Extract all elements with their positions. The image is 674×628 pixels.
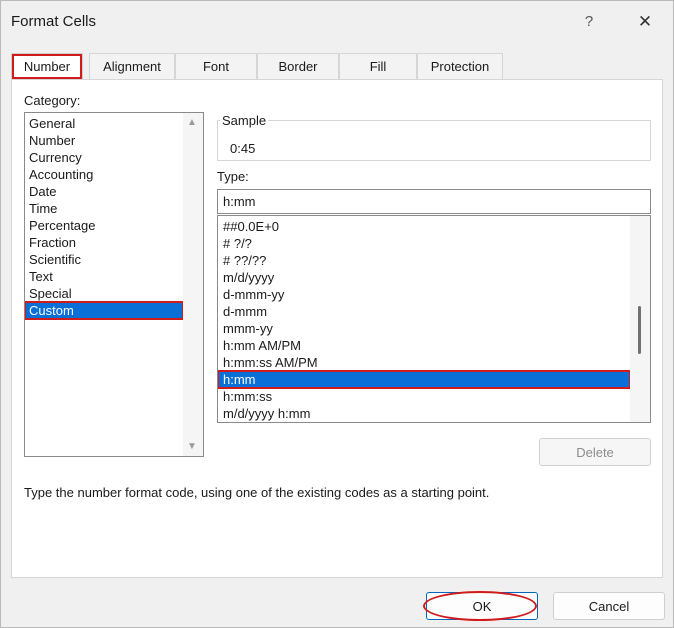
category-label: Category: (24, 93, 81, 108)
format-item[interactable]: d-mmm (218, 303, 630, 320)
close-icon[interactable]: ✕ (633, 11, 657, 33)
category-item[interactable]: Number (25, 132, 183, 149)
scroll-up-icon[interactable]: ▲ (187, 117, 197, 128)
sample-value: 0:45 (230, 141, 256, 156)
category-item[interactable]: Accounting (25, 166, 183, 183)
tab-border[interactable]: Border (257, 53, 339, 79)
tab-alignment[interactable]: Alignment (89, 53, 175, 79)
format-item[interactable]: m/d/yyyy (218, 269, 630, 286)
category-item[interactable]: Percentage (25, 217, 183, 234)
format-item[interactable]: # ??/?? (218, 252, 630, 269)
category-item-custom[interactable]: Custom (25, 301, 184, 320)
format-item[interactable]: d-mmm-yy (218, 286, 630, 303)
hint-text: Type the number format code, using one o… (24, 485, 490, 500)
format-item[interactable]: h:mm AM/PM (218, 337, 630, 354)
category-scrollbar[interactable]: ▲ ▼ (183, 113, 203, 456)
title-bar: Format Cells ? ✕ (1, 1, 673, 43)
category-item[interactable]: Fraction (25, 234, 183, 251)
format-cells-dialog: Format Cells ? ✕ Number Alignment Font B… (0, 0, 674, 628)
format-item[interactable]: m/d/yyyy h:mm (218, 405, 630, 422)
category-item[interactable]: Scientific (25, 251, 183, 268)
scroll-down-icon[interactable]: ▼ (187, 441, 197, 452)
format-item[interactable]: h:mm:ss AM/PM (218, 354, 630, 371)
tab-protection[interactable]: Protection (417, 53, 503, 79)
format-item[interactable]: h:mm:ss (218, 388, 630, 405)
number-tab-panel: Category: General Number Currency Accoun… (11, 79, 663, 578)
sample-label: Sample (220, 113, 269, 128)
category-item[interactable]: General (25, 115, 183, 132)
type-input[interactable] (217, 189, 651, 214)
format-item[interactable]: # ?/? (218, 235, 630, 252)
type-label: Type: (217, 169, 249, 184)
format-item[interactable]: mmm-yy (218, 320, 630, 337)
category-item[interactable]: Date (25, 183, 183, 200)
format-scrollbar[interactable] (630, 216, 650, 422)
category-item[interactable]: Currency (25, 149, 183, 166)
delete-button[interactable]: Delete (539, 438, 651, 466)
tab-number[interactable]: Number (11, 53, 83, 80)
dialog-title: Format Cells (11, 13, 97, 30)
category-item[interactable]: Special (25, 285, 183, 302)
type-format-list[interactable]: ##0.0E+0 # ?/? # ??/?? m/d/yyyy d-mmm-yy… (217, 215, 651, 423)
tab-fill[interactable]: Fill (339, 53, 417, 79)
cancel-button[interactable]: Cancel (553, 592, 665, 620)
tab-font[interactable]: Font (175, 53, 257, 79)
category-item[interactable]: Time (25, 200, 183, 217)
scroll-thumb[interactable] (638, 306, 641, 354)
category-item[interactable]: Text (25, 268, 183, 285)
format-item[interactable]: ##0.0E+0 (218, 218, 630, 235)
sample-group: 0:45 (217, 120, 651, 161)
category-list[interactable]: General Number Currency Accounting Date … (24, 112, 204, 457)
format-item-selected[interactable]: h:mm (218, 370, 631, 389)
ok-button[interactable]: OK (426, 592, 538, 620)
help-icon[interactable]: ? (578, 11, 600, 33)
